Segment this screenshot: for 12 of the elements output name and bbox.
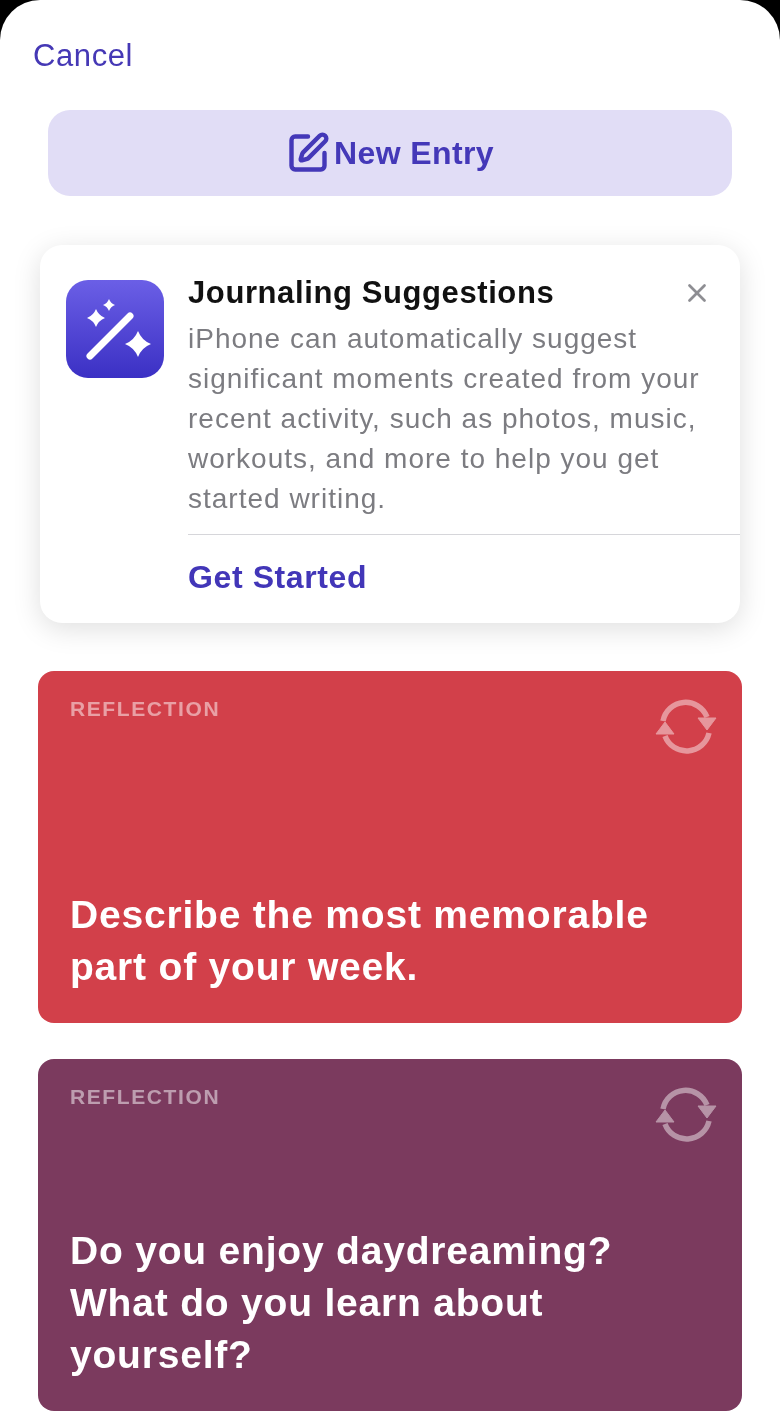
prompt-category: REFLECTION	[70, 1085, 221, 1109]
prompt-text: Describe the most memorable part of your week.	[70, 892, 650, 990]
prompt-card[interactable]: REFLECTION Do you enjoy daydreaming? What do you learn about yourself?	[38, 1059, 742, 1411]
prompt-text: Do you enjoy daydreaming? What do you learn about yourself?	[70, 1228, 614, 1378]
magic-pencil-icon	[66, 280, 164, 378]
suggestion-title: Journaling Suggestions	[188, 275, 555, 311]
get-started-button[interactable]: Get Started	[188, 559, 368, 595]
new-entry-button[interactable]: New Entry	[48, 110, 732, 196]
prompt-category: REFLECTION	[70, 697, 221, 721]
suggestion-description: iPhone can automatically suggest significant moments created from your recent activity, such as photos, music, workouts, and more to help you get started writing.	[188, 322, 701, 516]
prompt-card[interactable]: REFLECTION Describe the most memorable part of your week.	[38, 671, 742, 1023]
cancel-button[interactable]: Cancel	[33, 36, 134, 76]
